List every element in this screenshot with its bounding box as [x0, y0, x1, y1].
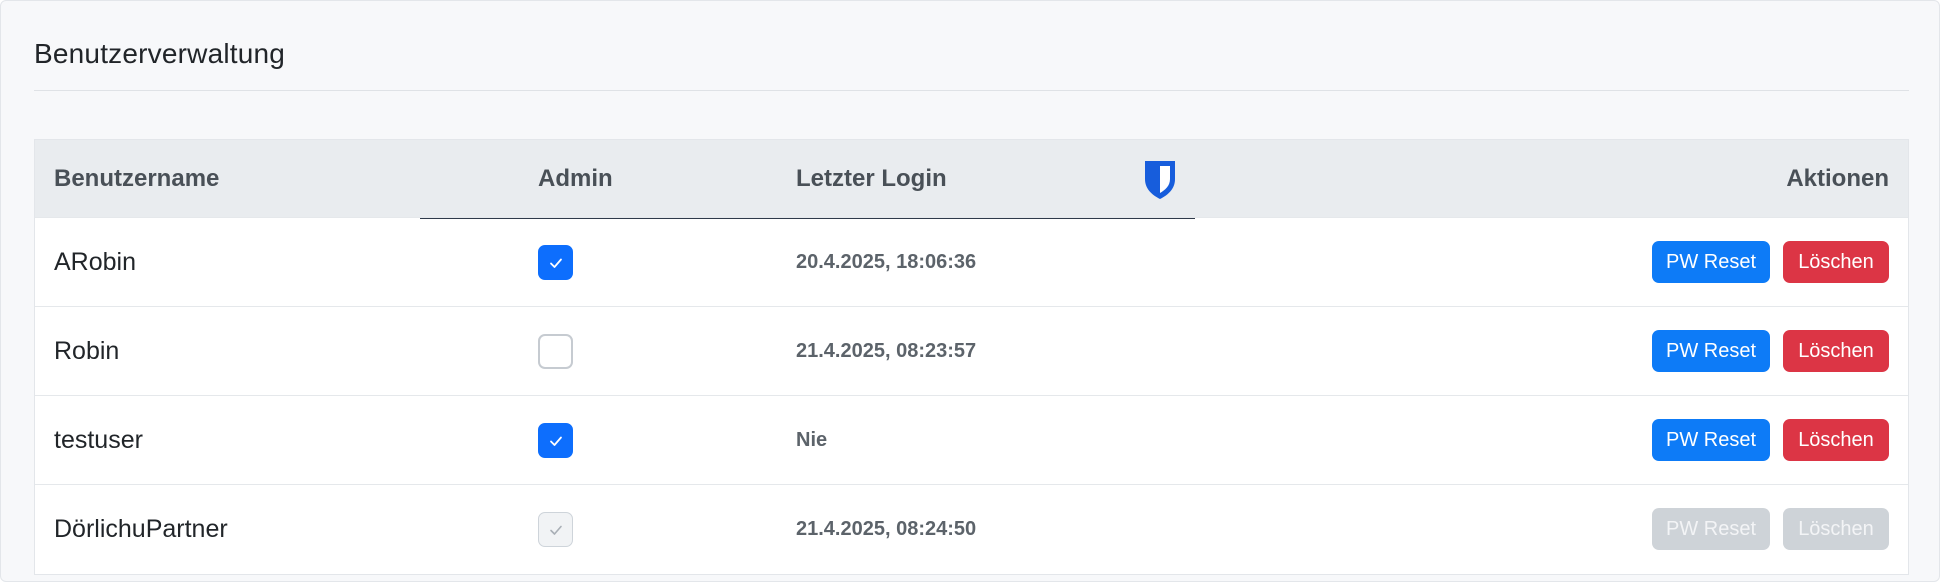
column-header-username: Benutzername	[54, 165, 220, 192]
username-cell: Robin	[54, 337, 120, 365]
username-cell: testuser	[54, 426, 143, 454]
last-login-cell: Nie	[796, 429, 828, 451]
pw-reset-button[interactable]: PW Reset	[1652, 419, 1770, 461]
table-row: ARobin 20.4.2025, 18:06:36 PW Reset Lösc…	[35, 217, 1908, 307]
last-login-cell: 21.4.2025, 08:23:57	[796, 340, 977, 362]
delete-button[interactable]: Löschen	[1783, 241, 1889, 283]
check-icon	[549, 436, 562, 446]
admin-checkbox[interactable]	[538, 334, 573, 369]
user-management-panel: Benutzerverwaltung Benutzername Admin Le…	[0, 0, 1940, 582]
pw-reset-button[interactable]: PW Reset	[1652, 241, 1770, 283]
delete-button-disabled: Löschen	[1783, 508, 1889, 550]
table-row: DörlichuPartner 21.4.2025, 08:24:50 PW R…	[35, 484, 1908, 574]
table-row: testuser Nie PW Reset Löschen	[35, 395, 1908, 485]
table-header: Benutzername Admin Letzter Login Aktione…	[35, 140, 1908, 217]
username-cell: DörlichuPartner	[54, 515, 228, 543]
check-icon	[549, 258, 562, 268]
bitwarden-shield-icon[interactable]	[1142, 159, 1178, 201]
column-header-actions: Aktionen	[1786, 165, 1889, 192]
page-title: Benutzerverwaltung	[34, 38, 286, 69]
users-table: Benutzername Admin Letzter Login Aktione…	[34, 139, 1909, 575]
table-row: Robin 21.4.2025, 08:23:57 PW Reset Lösch…	[35, 306, 1908, 396]
admin-checkbox[interactable]	[538, 245, 573, 280]
column-header-admin: Admin	[538, 165, 613, 192]
username-cell: ARobin	[54, 248, 136, 276]
last-login-cell: 21.4.2025, 08:24:50	[796, 518, 977, 540]
column-header-last-login: Letzter Login	[796, 165, 947, 192]
last-login-cell: 20.4.2025, 18:06:36	[796, 251, 977, 273]
check-icon	[549, 525, 562, 535]
admin-checkbox-disabled	[538, 512, 573, 547]
delete-button[interactable]: Löschen	[1783, 330, 1889, 372]
delete-button[interactable]: Löschen	[1783, 419, 1889, 461]
pw-reset-button[interactable]: PW Reset	[1652, 330, 1770, 372]
pw-reset-button-disabled: PW Reset	[1652, 508, 1770, 550]
admin-checkbox[interactable]	[538, 423, 573, 458]
title-divider	[34, 90, 1909, 91]
